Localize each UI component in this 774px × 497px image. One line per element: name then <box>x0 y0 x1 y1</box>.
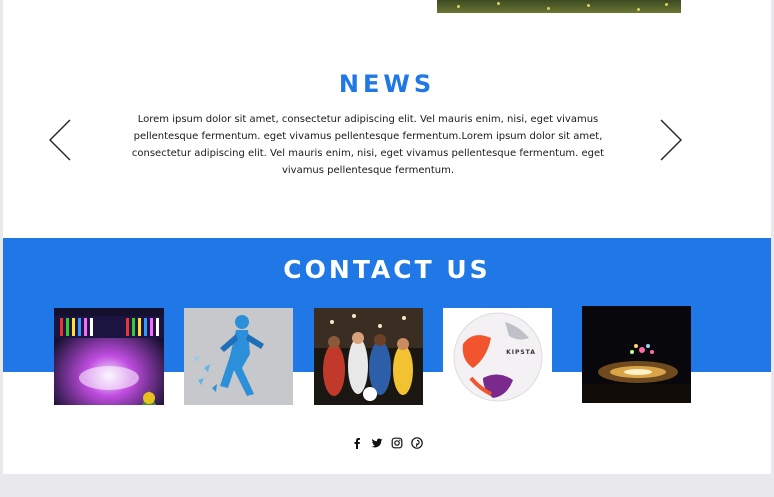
top-photo <box>437 0 681 13</box>
carousel-next-button[interactable] <box>658 118 684 162</box>
page-content: NEWS Lorem ipsum dolor sit amet, consect… <box>3 0 771 474</box>
chevron-right-icon <box>660 119 682 161</box>
gallery-photo-stadium-fireworks[interactable] <box>582 306 691 403</box>
instagram-icon[interactable] <box>391 437 403 449</box>
twitter-icon[interactable] <box>371 437 383 449</box>
gallery-photo-runner[interactable] <box>184 308 293 405</box>
ball-brand-text: KIPSTA <box>506 349 536 356</box>
gallery-photo-athletes[interactable] <box>314 308 423 405</box>
social-links <box>3 437 771 449</box>
gallery-photo-stadium-ceremony[interactable] <box>54 308 164 405</box>
news-title: NEWS <box>338 70 436 98</box>
carousel-prev-button[interactable] <box>47 118 73 162</box>
facebook-icon[interactable] <box>351 437 363 449</box>
news-text: Lorem ipsum dolor sit amet, consectetur … <box>131 114 605 176</box>
contact-title: CONTACT US <box>283 255 491 284</box>
pinterest-icon[interactable] <box>411 437 423 449</box>
gallery-photo-football[interactable]: KIPSTA <box>443 308 552 405</box>
chevron-left-icon <box>49 119 71 161</box>
